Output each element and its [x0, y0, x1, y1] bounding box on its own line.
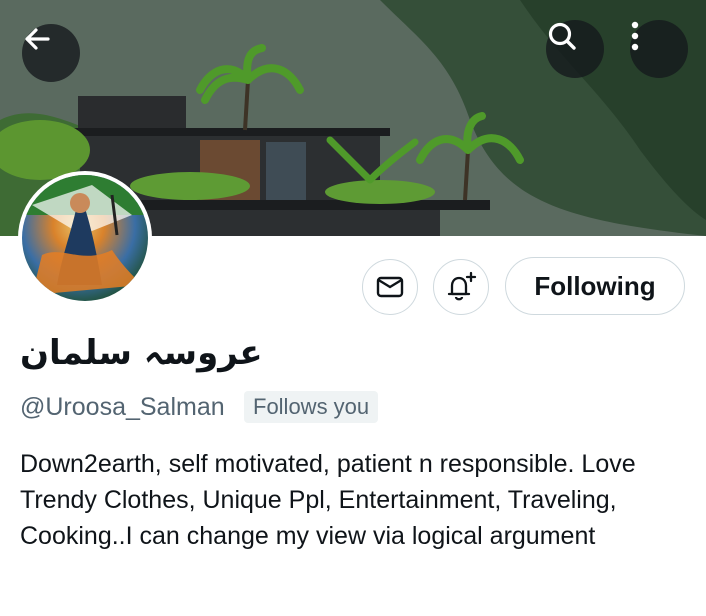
envelope-icon — [376, 276, 404, 298]
display-name: عروسہ سلمان — [20, 333, 263, 373]
message-button[interactable] — [362, 259, 418, 315]
bell-plus-icon — [447, 271, 477, 301]
back-button[interactable] — [22, 24, 80, 82]
notifications-button[interactable] — [433, 259, 489, 315]
more-button[interactable] — [630, 20, 688, 78]
follows-you-badge: Follows you — [244, 391, 379, 423]
bio-text: Down2earth, self motivated, patient n re… — [20, 450, 636, 550]
more-vertical-icon — [631, 21, 639, 51]
avatar-image — [22, 175, 148, 301]
user-handle: @Uroosa_Salman — [20, 393, 225, 421]
arrow-left-icon — [25, 28, 50, 50]
search-button[interactable] — [546, 20, 604, 78]
following-button[interactable]: Following — [505, 257, 685, 315]
search-icon — [548, 22, 576, 50]
avatar[interactable] — [18, 171, 152, 305]
